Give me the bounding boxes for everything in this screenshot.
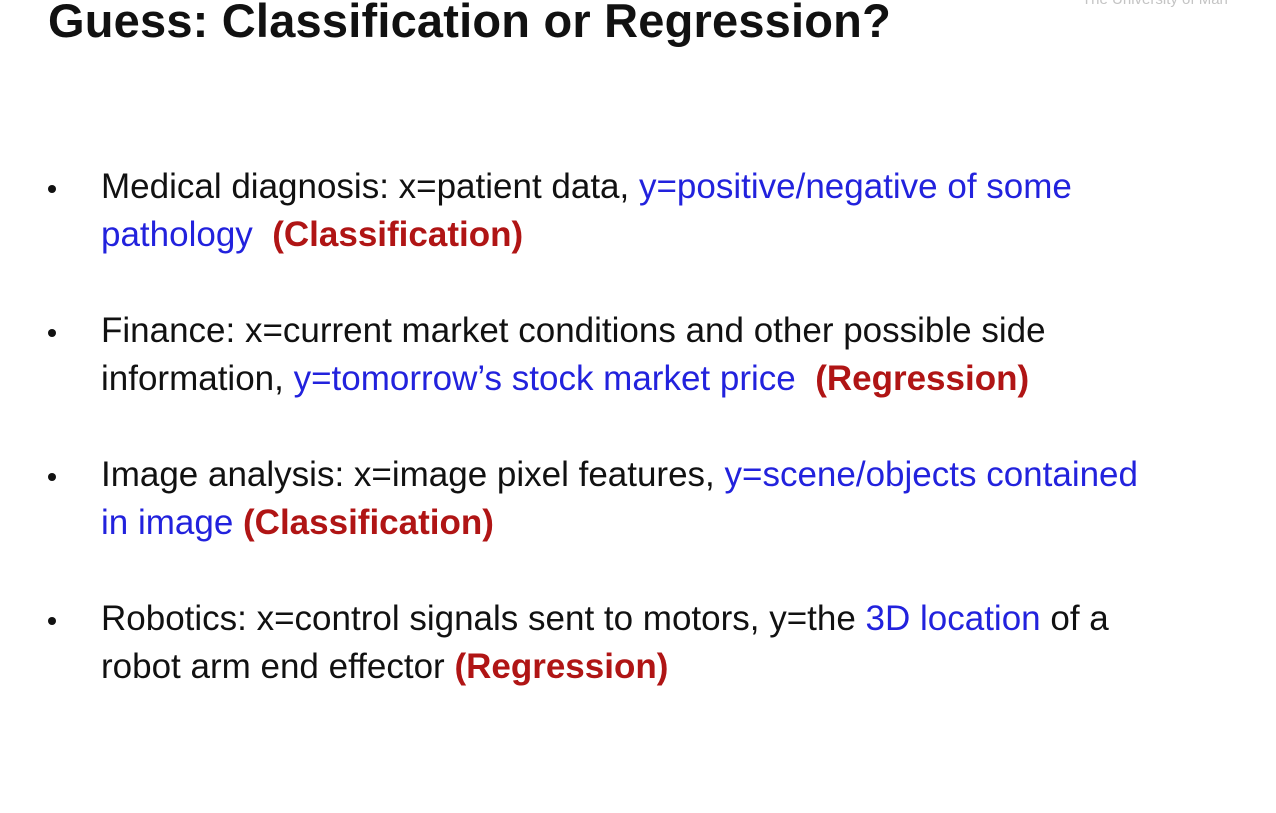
example-description: Finance: x=current market conditions and… [101,311,1046,350]
bullet-line-1: Finance: x=current market conditions and… [101,307,1046,355]
bullet-image-analysis: Image analysis: x=image pixel features, … [0,451,1276,551]
slide-title: Guess: Classification or Regression? [48,0,891,47]
output-variable-cont: pathology [101,215,253,254]
example-description: Robotics: x=control signals sent to moto… [101,599,866,638]
bullet-line-2: in image (Classification) [101,499,494,547]
bullet-finance: Finance: x=current market conditions and… [0,307,1276,407]
bullet-line-1: Image analysis: x=image pixel features, … [101,451,1138,499]
example-description-cont: robot arm end effector [101,647,455,686]
bullet-line-1: Robotics: x=control signals sent to moto… [101,595,1109,643]
answer-label: (Regression) [815,359,1030,398]
bullet-line-1: Medical diagnosis: x=patient data, y=pos… [101,163,1072,211]
example-description-after: of a [1040,599,1109,638]
bullet-dot [48,473,56,481]
bullet-dot [48,329,56,337]
answer-label: (Classification) [272,215,524,254]
output-variable-cont: in image [101,503,234,542]
bullet-line-2: robot arm end effector (Regression) [101,643,668,691]
output-variable: 3D location [865,599,1041,638]
example-description: Image analysis: x=image pixel features, [101,455,725,494]
output-variable: y=scene/objects contained [724,455,1138,494]
bullet-robotics: Robotics: x=control signals sent to moto… [0,595,1276,695]
answer-label: (Regression) [454,647,669,686]
university-watermark: The University of Man [1082,0,1228,8]
bullet-medical-diagnosis: Medical diagnosis: x=patient data, y=pos… [0,163,1276,263]
bullet-line-2: information, y=tomorrow’s stock market p… [101,355,1029,403]
bullet-line-2: pathology (Classification) [101,211,523,259]
output-variable: y=positive/negative of some [638,167,1072,206]
bullet-dot [48,617,56,625]
output-variable: y=tomorrow’s stock market price [293,359,796,398]
answer-label: (Classification) [243,503,494,542]
bullet-dot [48,185,56,193]
example-description-cont: information, [101,359,294,398]
example-description: Medical diagnosis: x=patient data, [101,167,639,206]
slide: Guess: Classification or Regression? The… [0,0,1276,813]
